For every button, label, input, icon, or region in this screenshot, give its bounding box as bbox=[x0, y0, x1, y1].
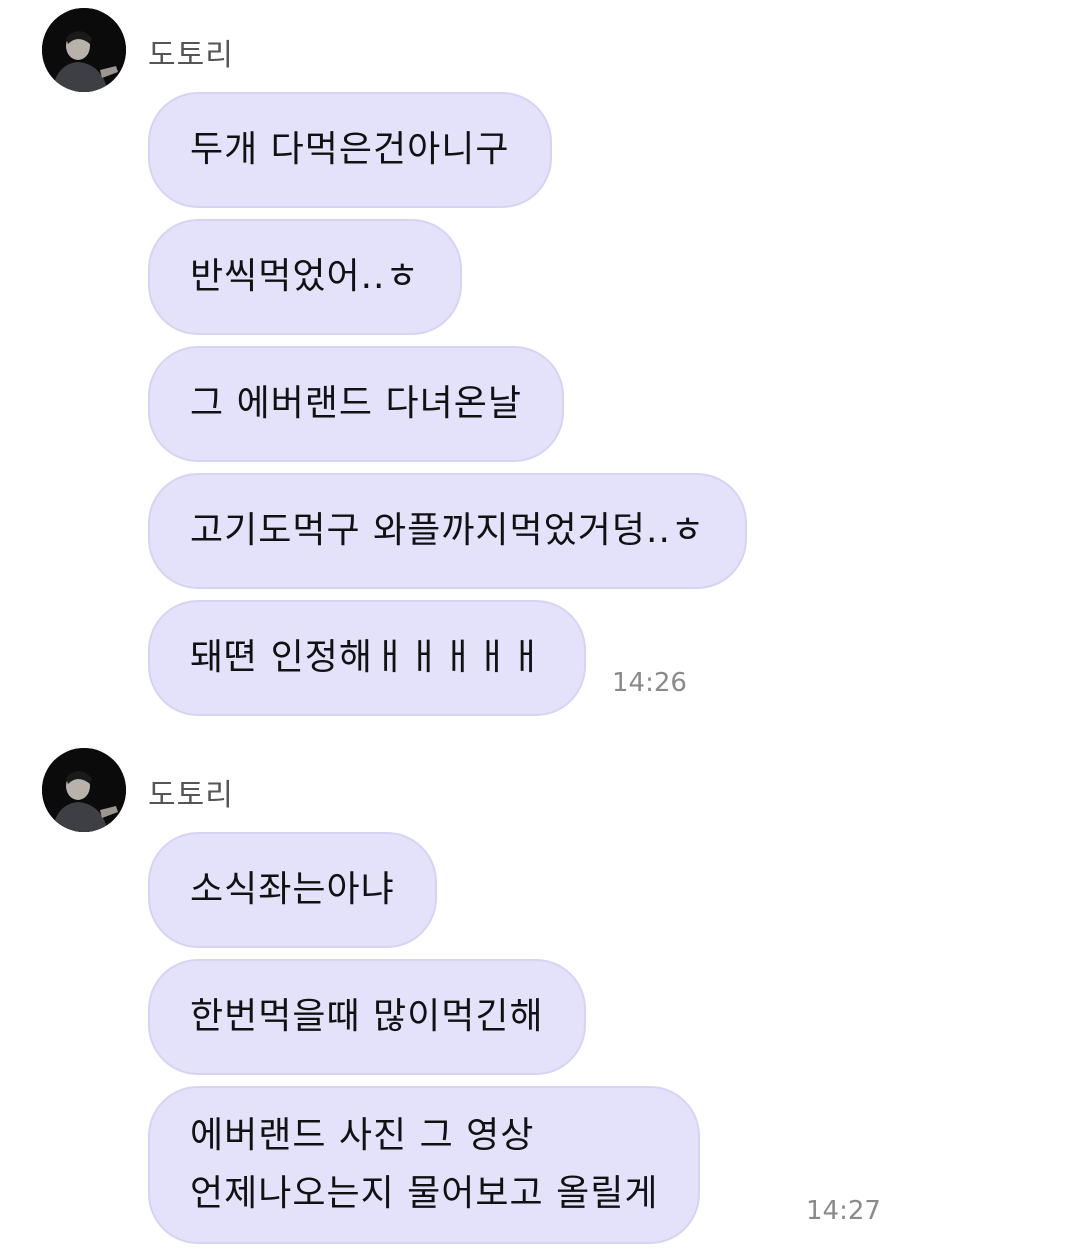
message-bubble[interactable]: 두개 다먹은건아니구 bbox=[148, 92, 552, 208]
profile-photo-icon[interactable] bbox=[42, 8, 126, 92]
message-text: 소식좌는아냐 bbox=[190, 869, 395, 910]
message-bubble[interactable]: 그 에버랜드 다녀온날 bbox=[148, 346, 564, 462]
sender-name: 도토리 bbox=[148, 778, 234, 813]
message-text: 돼뗜 인정해ㅐㅐㅐㅐㅐ bbox=[190, 637, 544, 678]
message-bubble[interactable]: 고기도먹구 와플까지먹었거덩..ㅎ bbox=[148, 473, 748, 589]
message-bubble[interactable]: 에버랜드 사진 그 영상 언제나오는지 물어보고 올릴게 bbox=[148, 1086, 701, 1244]
message-text: 고기도먹구 와플까지먹었거덩..ㅎ bbox=[190, 510, 706, 551]
message-text: 언제나오는지 물어보고 올릴게 bbox=[190, 1173, 659, 1214]
sender-name: 도토리 bbox=[148, 38, 234, 73]
message-text: 반씩먹었어..ㅎ bbox=[190, 256, 420, 297]
message-text: 그 에버랜드 다녀온날 bbox=[190, 383, 522, 424]
message-bubble[interactable]: 반씩먹었어..ㅎ bbox=[148, 219, 462, 335]
message-text: 한번먹을때 많이먹긴해 bbox=[190, 996, 544, 1037]
message-bubble[interactable]: 돼뗜 인정해ㅐㅐㅐㅐㅐ bbox=[148, 600, 586, 716]
message-bubble[interactable]: 한번먹을때 많이먹긴해 bbox=[148, 959, 586, 1075]
message-text: 두개 다먹은건아니구 bbox=[190, 129, 510, 170]
profile-photo-icon[interactable] bbox=[42, 748, 126, 832]
message-text: 에버랜드 사진 그 영상 bbox=[190, 1115, 535, 1156]
message-timestamp: 14:27 bbox=[806, 1196, 881, 1226]
message-timestamp: 14:26 bbox=[612, 668, 687, 698]
message-bubble[interactable]: 소식좌는아냐 bbox=[148, 832, 437, 948]
